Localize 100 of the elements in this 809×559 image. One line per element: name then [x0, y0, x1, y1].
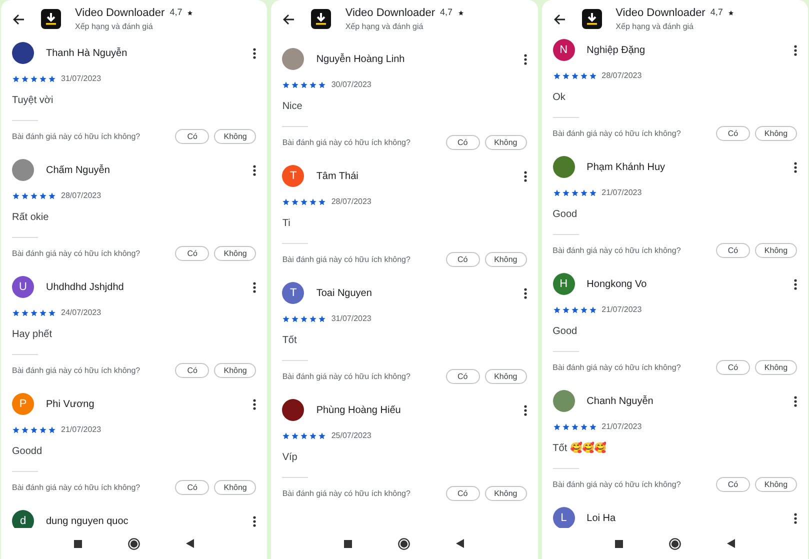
no-button[interactable]: Không — [484, 135, 527, 150]
yes-button[interactable]: Có — [446, 135, 480, 150]
app-rating: 4,7 — [710, 6, 723, 20]
more-options-icon[interactable] — [524, 54, 527, 64]
no-button[interactable]: Không — [214, 246, 256, 261]
no-button[interactable]: Không — [754, 477, 797, 492]
helpful-question: Bài đánh giá này có hữu ích không? — [282, 370, 412, 382]
no-button[interactable]: Không — [484, 369, 527, 384]
no-button[interactable]: Không — [484, 252, 527, 267]
yes-button[interactable]: Có — [716, 477, 750, 492]
no-button[interactable]: Không — [754, 243, 797, 258]
no-button[interactable]: Không — [214, 129, 256, 144]
reviewer-name: Phi Vương — [46, 398, 96, 412]
star-icon — [728, 10, 734, 16]
helpful-question: Bài đánh giá này có hữu ích không? — [12, 130, 142, 142]
letter-avatar: P — [12, 393, 34, 415]
yes-button[interactable]: Có — [446, 252, 480, 267]
review-date: 25/07/2023 — [331, 430, 372, 442]
more-options-icon[interactable] — [253, 516, 256, 526]
helpful-question: Bài đánh giá này có hữu ích không? — [282, 254, 412, 266]
page-subtitle: Xếp hạng và đánh giá — [345, 21, 424, 34]
no-button[interactable]: Không — [754, 360, 797, 375]
home-icon[interactable] — [398, 538, 410, 550]
more-options-icon[interactable] — [253, 282, 256, 292]
helpful-question: Bài đánh giá này có hữu ích không? — [552, 128, 682, 140]
app-rating: 4,7 — [170, 6, 182, 20]
review-date: 28/07/2023 — [331, 196, 372, 208]
review-date: 21/07/2023 — [61, 424, 102, 436]
no-button[interactable]: Không — [754, 126, 797, 141]
review-date: 21/07/2023 — [602, 187, 642, 199]
review-text: Tuyệt vời — [12, 94, 54, 108]
back-icon[interactable] — [456, 539, 464, 548]
app-title: Video Downloader — [75, 6, 165, 21]
no-button[interactable]: Không — [484, 486, 527, 501]
back-arrow-icon[interactable] — [13, 14, 25, 24]
more-options-icon[interactable] — [253, 398, 256, 410]
more-options-icon[interactable] — [524, 170, 527, 182]
reviewer-name: Uhdhdhd Jshjdhd — [46, 280, 125, 294]
reviewer-name: Loi Ha — [586, 512, 617, 526]
review-text: Nice — [282, 100, 304, 114]
yes-button[interactable]: Có — [716, 126, 750, 141]
more-options-icon[interactable] — [794, 162, 797, 172]
reviewer-name: Phùng Hoàng Hiếu — [316, 404, 402, 418]
helpful-question: Bài đánh giá này có hữu ích không? — [12, 482, 142, 494]
review-text: Ti — [282, 217, 292, 231]
no-button[interactable]: Không — [214, 363, 256, 378]
review-date: 31/07/2023 — [331, 313, 372, 325]
more-options-icon[interactable] — [794, 278, 797, 290]
recents-icon[interactable] — [614, 540, 623, 548]
yes-button[interactable]: Có — [446, 369, 480, 384]
home-icon[interactable] — [128, 538, 140, 550]
review-date: 21/07/2023 — [602, 304, 642, 316]
back-arrow-icon[interactable] — [554, 14, 566, 24]
yes-button[interactable]: Có — [716, 360, 750, 375]
reviewer-name: Phạm Khánh Huy — [586, 160, 666, 174]
home-icon[interactable] — [668, 538, 681, 550]
more-options-icon[interactable] — [794, 44, 797, 56]
download-app-icon — [311, 9, 332, 29]
more-options-icon[interactable] — [794, 512, 797, 524]
reviewer-name: Nghiệp Đặng — [586, 44, 646, 58]
review-date: 24/07/2023 — [61, 307, 102, 319]
reviewer-name: Tâm Thái — [316, 170, 360, 184]
more-options-icon[interactable] — [524, 288, 527, 298]
helpful-question: Bài đánh giá này có hữu ích không? — [552, 362, 682, 374]
app-rating: 4,7 — [440, 6, 453, 20]
no-button[interactable]: Không — [214, 480, 256, 495]
yes-button[interactable]: Có — [175, 363, 210, 378]
app-title: Video Downloader — [616, 6, 706, 21]
helpful-question: Bài đánh giá này có hữu ích không? — [282, 136, 412, 148]
more-options-icon[interactable] — [253, 164, 256, 176]
review-date: 28/07/2023 — [61, 190, 102, 202]
back-icon[interactable] — [186, 539, 194, 548]
review-text: Good — [552, 208, 578, 222]
page-subtitle: Xếp hạng và đánh giá — [75, 21, 154, 34]
yes-button[interactable]: Có — [175, 480, 210, 495]
review-text: Víp — [282, 451, 298, 465]
more-options-icon[interactable] — [794, 396, 797, 406]
helpful-question: Bài đánh giá này có hữu ích không? — [12, 248, 142, 260]
review-text: Tốt 🥰🥰🥰 — [552, 441, 607, 456]
star-icon — [458, 10, 464, 16]
recents-icon[interactable] — [74, 540, 82, 548]
back-arrow-icon[interactable] — [283, 14, 296, 24]
letter-avatar: d — [12, 510, 34, 528]
more-options-icon[interactable] — [524, 404, 527, 416]
letter-avatar: N — [552, 39, 575, 61]
more-options-icon[interactable] — [253, 48, 256, 58]
review-text: Hay phết — [12, 328, 54, 342]
helpful-question: Bài đánh giá này có hữu ích không? — [552, 478, 682, 490]
yes-button[interactable]: Có — [175, 129, 210, 144]
recents-icon[interactable] — [344, 540, 352, 548]
back-icon[interactable] — [726, 539, 735, 548]
helpful-question: Bài đánh giá này có hữu ích không? — [552, 244, 682, 256]
yes-button[interactable]: Có — [716, 243, 750, 258]
page-subtitle: Xếp hạng và đánh giá — [616, 21, 694, 34]
yes-button[interactable]: Có — [446, 486, 480, 501]
yes-button[interactable]: Có — [175, 246, 210, 261]
helpful-question: Bài đánh giá này có hữu ích không? — [282, 488, 412, 500]
star-icon — [187, 10, 194, 16]
review-date: 31/07/2023 — [61, 73, 102, 85]
reviewer-name: Chấm Nguyễn — [46, 163, 111, 178]
